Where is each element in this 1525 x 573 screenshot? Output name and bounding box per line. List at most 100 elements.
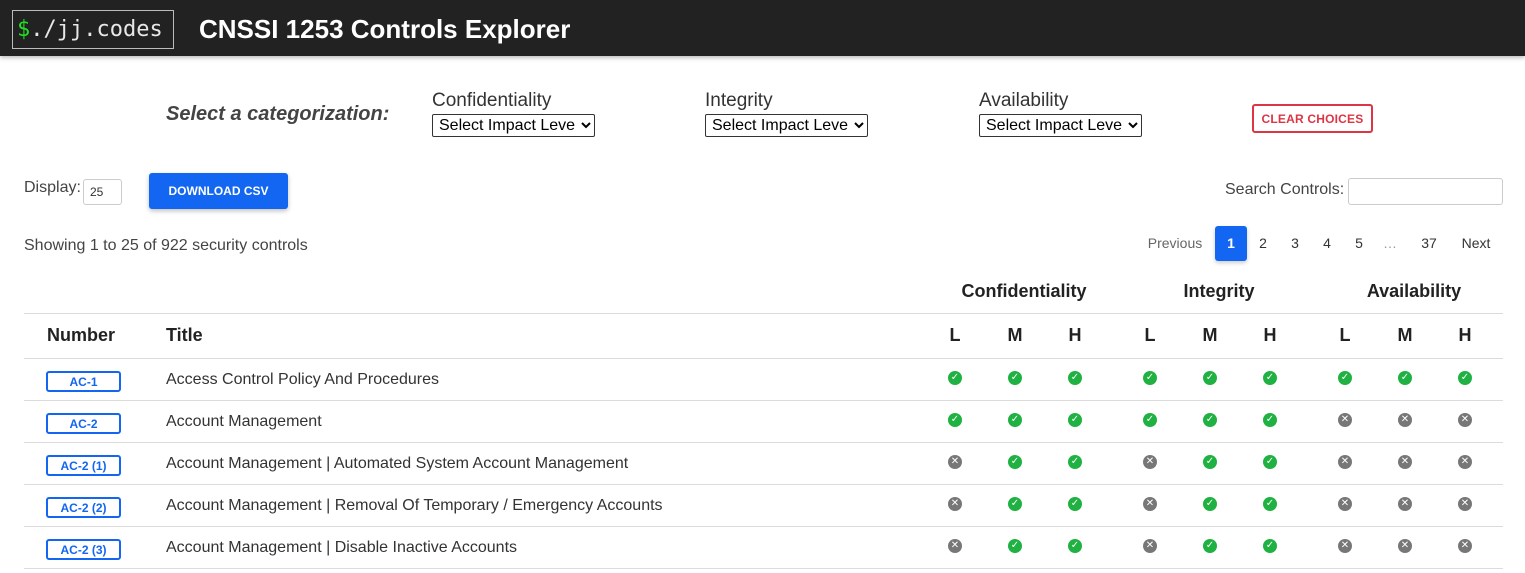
confidentiality-select[interactable]: Select Impact Level (432, 114, 595, 137)
column-header-number[interactable]: Number (47, 325, 115, 346)
availability-group: Availability Select Impact Level (979, 90, 1142, 137)
integrity-label: Integrity (705, 90, 773, 111)
check-circle-icon: ✓ (1008, 413, 1022, 427)
table-row: AC-2 (2) Account Management | Removal Of … (0, 485, 1525, 527)
control-title: Access Control Policy And Procedures (166, 371, 440, 388)
check-circle-icon: ✓ (1263, 371, 1277, 385)
x-circle-icon: ✕ (1143, 455, 1157, 469)
pagination-page-4[interactable]: 4 (1314, 226, 1340, 261)
logo-prefix: $ (17, 17, 31, 42)
check-circle-icon: ✓ (1338, 371, 1352, 385)
x-circle-icon: ✕ (1338, 455, 1352, 469)
control-id-button[interactable]: AC-1 (46, 371, 121, 392)
group-header-divider (24, 313, 1503, 314)
x-circle-icon: ✕ (1398, 497, 1412, 511)
column-header-integrity-low: L (1144, 325, 1156, 345)
control-title: Account Management | Disable Inactive Ac… (166, 539, 518, 556)
check-circle-icon: ✓ (948, 413, 962, 427)
x-circle-icon: ✕ (948, 539, 962, 553)
check-circle-icon: ✓ (1263, 455, 1277, 469)
search-label: Search Controls: (1225, 181, 1345, 198)
pagination-page-2[interactable]: 2 (1250, 226, 1276, 261)
x-circle-icon: ✕ (1338, 539, 1352, 553)
x-circle-icon: ✕ (1143, 539, 1157, 553)
availability-label: Availability (979, 90, 1069, 111)
x-circle-icon: ✕ (1458, 497, 1472, 511)
column-header-confidentiality-moderate: M (1007, 325, 1023, 345)
x-circle-icon: ✕ (1338, 413, 1352, 427)
clear-choices-button[interactable]: Clear Choices (1252, 104, 1373, 133)
check-circle-icon: ✓ (1068, 413, 1082, 427)
pagination-page-37[interactable]: 37 (1412, 226, 1446, 261)
categorization-label: Select a categorization: (166, 103, 390, 125)
table-group-confidentiality: Confidentiality (961, 281, 1087, 301)
column-header-integrity-moderate: M (1202, 325, 1218, 345)
logo-text: ./jj.codes (30, 17, 163, 42)
column-header-availability-low: L (1339, 325, 1351, 345)
app-title: CNSSI 1253 Controls Explorer (199, 14, 571, 44)
column-header-availability-moderate: M (1397, 325, 1413, 345)
control-id-button[interactable]: AC-2 (2) (46, 497, 121, 518)
x-circle-icon: ✕ (1458, 539, 1472, 553)
control-title: Account Management | Removal Of Temporar… (166, 497, 663, 514)
check-circle-icon: ✓ (1008, 371, 1022, 385)
check-circle-icon: ✓ (1068, 455, 1082, 469)
display-count-input[interactable] (83, 179, 122, 205)
x-circle-icon: ✕ (948, 497, 962, 511)
check-circle-icon: ✓ (1458, 371, 1472, 385)
integrity-select[interactable]: Select Impact Level (705, 114, 868, 137)
table-group-integrity: Integrity (1183, 281, 1255, 301)
check-circle-icon: ✓ (1008, 455, 1022, 469)
check-circle-icon: ✓ (1008, 497, 1022, 511)
pagination-page-5[interactable]: 5 (1346, 226, 1372, 261)
control-id-button[interactable]: AC-2 (3) (46, 539, 121, 560)
check-circle-icon: ✓ (1068, 539, 1082, 553)
download-csv-button[interactable]: Download CSV (149, 173, 288, 209)
control-id-button[interactable]: AC-2 (1) (46, 455, 121, 476)
top-navbar: $./jj.codes CNSSI 1253 Controls Explorer (0, 0, 1525, 56)
column-header-availability-high: H (1458, 325, 1472, 345)
row-divider (24, 568, 1503, 569)
pagination: Previous 1 2 3 4 5 … 37 Next (0, 226, 1525, 261)
check-circle-icon: ✓ (1263, 539, 1277, 553)
check-circle-icon: ✓ (1203, 455, 1217, 469)
column-header-integrity-high: H (1263, 325, 1277, 345)
check-circle-icon: ✓ (948, 371, 962, 385)
integrity-group: Integrity Select Impact Level (705, 90, 868, 137)
availability-select[interactable]: Select Impact Level (979, 114, 1142, 137)
check-circle-icon: ✓ (1203, 371, 1217, 385)
check-circle-icon: ✓ (1008, 539, 1022, 553)
table-row: AC-2 (3) Account Management | Disable Ina… (0, 527, 1525, 569)
x-circle-icon: ✕ (1458, 455, 1472, 469)
pagination-page-3[interactable]: 3 (1282, 226, 1308, 261)
column-header-confidentiality-high: H (1068, 325, 1082, 345)
site-logo[interactable]: $./jj.codes (12, 10, 174, 49)
check-circle-icon: ✓ (1143, 413, 1157, 427)
x-circle-icon: ✕ (948, 455, 962, 469)
pagination-next[interactable]: Next (1452, 226, 1500, 261)
table-row: AC-1 Access Control Policy And Procedures… (0, 359, 1525, 401)
control-title: Account Management | Automated System Ac… (166, 455, 629, 472)
x-circle-icon: ✕ (1398, 455, 1412, 469)
confidentiality-group: Confidentiality Select Impact Level (432, 90, 595, 137)
pagination-ellipsis: … (1383, 235, 1397, 251)
x-circle-icon: ✕ (1398, 413, 1412, 427)
x-circle-icon: ✕ (1398, 539, 1412, 553)
check-circle-icon: ✓ (1398, 371, 1412, 385)
check-circle-icon: ✓ (1143, 371, 1157, 385)
check-circle-icon: ✓ (1068, 497, 1082, 511)
column-header-title[interactable]: Title (166, 325, 203, 346)
control-id-button[interactable]: AC-2 (46, 413, 121, 434)
check-circle-icon: ✓ (1203, 413, 1217, 427)
confidentiality-label: Confidentiality (432, 90, 552, 111)
check-circle-icon: ✓ (1263, 497, 1277, 511)
check-circle-icon: ✓ (1068, 371, 1082, 385)
table-row: AC-2 (1) Account Management | Automated S… (0, 443, 1525, 485)
x-circle-icon: ✕ (1143, 497, 1157, 511)
column-header-confidentiality-low: L (949, 325, 961, 345)
search-input[interactable] (1348, 178, 1503, 205)
pagination-previous[interactable]: Previous (1140, 226, 1210, 261)
table-group-availability: Availability (1366, 281, 1462, 301)
control-title: Account Management (166, 413, 322, 430)
pagination-page-1[interactable]: 1 (1215, 226, 1247, 261)
